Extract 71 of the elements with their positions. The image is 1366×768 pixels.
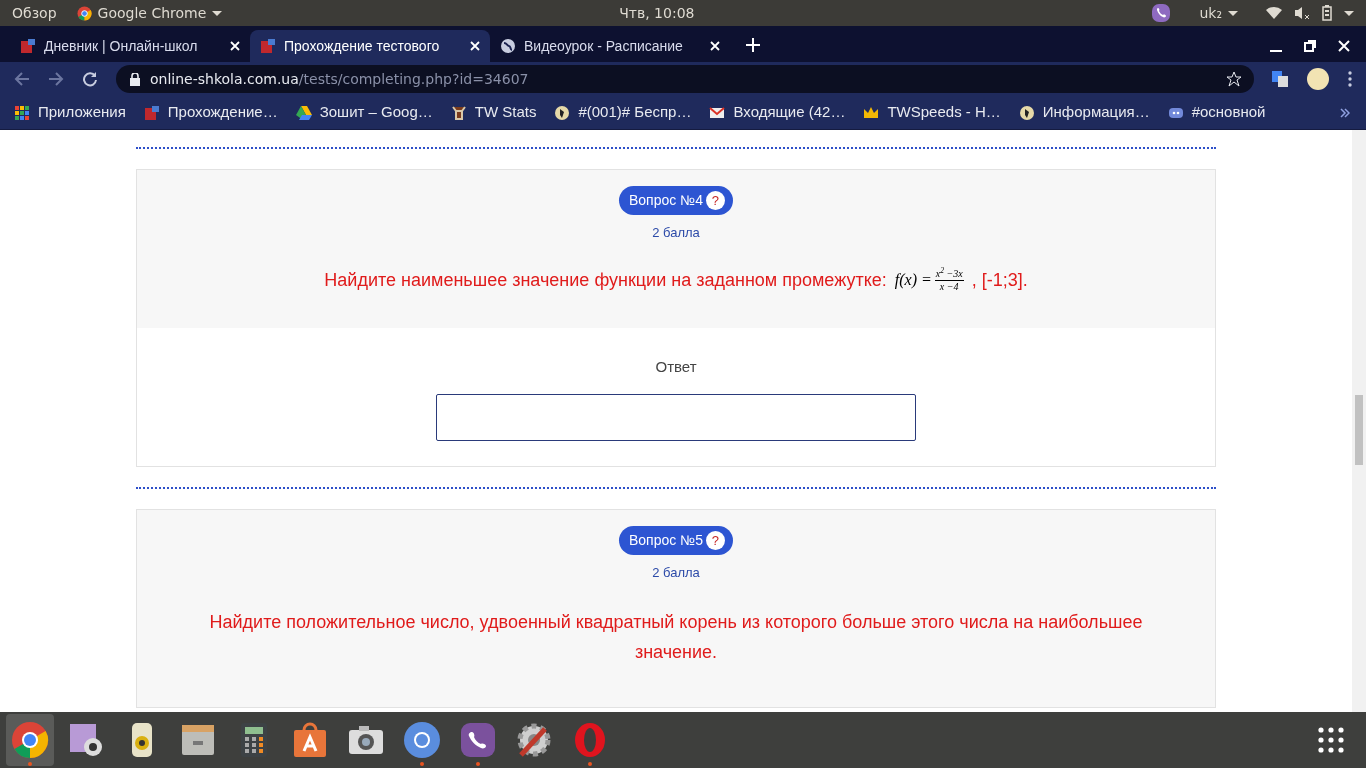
answer-label: Ответ: [655, 356, 697, 377]
globe-icon: [500, 38, 516, 54]
webcam-icon: [67, 721, 105, 759]
site-favicon-icon: [260, 38, 276, 54]
help-icon[interactable]: ?: [706, 191, 725, 210]
site-favicon-icon: [20, 38, 36, 54]
caret-icon: [1228, 10, 1238, 16]
mail-icon: [709, 104, 726, 121]
more-icon[interactable]: [1348, 71, 1352, 87]
wifi-icon[interactable]: [1266, 6, 1282, 20]
app-grid-icon[interactable]: [1318, 727, 1344, 753]
question-text: Найдите положительное число, удвоенный квадратный корень из которого больше этого числа на наибольшее значение.: [208, 610, 1144, 664]
help-icon[interactable]: ?: [706, 531, 725, 550]
forward-icon[interactable]: [48, 71, 64, 87]
triangle-icon: [295, 104, 312, 121]
running-indicator-icon: [588, 762, 592, 766]
bookmark[interactable]: #основной: [1167, 101, 1266, 124]
app-menu[interactable]: Google Chrome: [76, 2, 223, 24]
caret-icon[interactable]: [1344, 10, 1354, 16]
phone-bubble-icon: [459, 721, 497, 759]
bird-icon: [1018, 104, 1035, 121]
running-indicator-icon: [476, 762, 480, 766]
bookmark[interactable]: Приложения: [14, 101, 126, 124]
running-indicator-icon: [28, 762, 32, 766]
browser-tab[interactable]: Дневник | Онлайн-школ: [10, 30, 250, 62]
back-icon[interactable]: [14, 71, 30, 87]
browser-tab[interactable]: Видеоурок - Расписание: [490, 30, 730, 62]
apps-grid-icon: [14, 104, 30, 121]
chevron-double-right-icon[interactable]: [1340, 107, 1350, 118]
address-bar[interactable]: online-shkola.com.ua/tests/completing.php?id=34607: [116, 65, 1254, 93]
bookmark[interactable]: Информация…: [1018, 101, 1150, 124]
bird-icon: [554, 104, 571, 121]
points-label: 2 балла: [652, 564, 700, 582]
star-icon[interactable]: [1226, 71, 1242, 87]
translate-icon[interactable]: [1272, 71, 1288, 87]
gear-wrench-icon: [515, 721, 553, 759]
bookmark[interactable]: #(001)# Беспр…: [554, 101, 692, 124]
activities-button[interactable]: Обзор: [12, 2, 57, 24]
close-icon[interactable]: [710, 41, 720, 51]
browser-tab[interactable]: Прохождение тестового: [250, 30, 490, 62]
browser-icon: [76, 5, 92, 21]
points-label: 2 балла: [652, 224, 700, 242]
battery-icon[interactable]: [1322, 5, 1332, 21]
browser-icon: [11, 721, 49, 759]
caret-icon: [212, 10, 223, 16]
keyboard-layout-menu[interactable]: uk₂: [1199, 2, 1238, 24]
shopping-bag-icon: [291, 721, 329, 759]
dock-app[interactable]: [6, 714, 54, 766]
running-indicator-icon: [420, 762, 424, 766]
question-number-badge: Вопрос №4 ?: [619, 186, 733, 215]
clock[interactable]: Чтв, 10:08: [619, 2, 695, 24]
close-icon[interactable]: [1338, 40, 1350, 52]
site-favicon-icon: [143, 104, 160, 121]
restore-icon[interactable]: [1304, 40, 1316, 52]
browser-icon: [403, 721, 441, 759]
new-tab-icon[interactable]: [746, 38, 760, 52]
phone-bubble-icon[interactable]: [1151, 3, 1172, 23]
avatar-icon[interactable]: [1306, 67, 1330, 91]
speaker-muted-icon[interactable]: [1294, 6, 1310, 20]
bookmark[interactable]: Зошит – Goog…: [295, 101, 433, 124]
bookmark[interactable]: TWSpeeds - H…: [863, 101, 1001, 124]
close-icon[interactable]: [230, 41, 240, 51]
answer-field[interactable]: [436, 394, 916, 441]
lock-icon: [130, 72, 140, 86]
close-icon[interactable]: [470, 41, 480, 51]
bookmark[interactable]: TW Stats: [450, 101, 537, 124]
bookmark[interactable]: Входящие (42…: [709, 101, 846, 124]
bookmark[interactable]: Прохождение…: [143, 101, 278, 124]
question-number-badge: Вопрос №5 ?: [619, 526, 733, 555]
reload-icon[interactable]: [82, 71, 98, 87]
scrollbar[interactable]: [1352, 130, 1366, 712]
